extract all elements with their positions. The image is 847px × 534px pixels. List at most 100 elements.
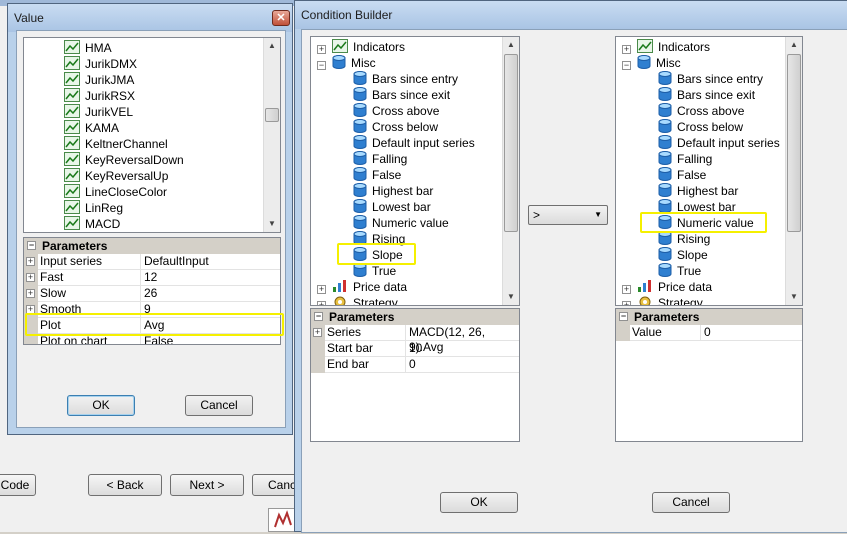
right-misc-item[interactable]: Cross below: [658, 119, 743, 135]
indicator-item[interactable]: HMA: [64, 40, 112, 56]
expand-icon[interactable]: +: [622, 301, 631, 305]
scroll-up-icon[interactable]: ▲: [786, 37, 802, 53]
builder-cancel-button[interactable]: Cancel: [652, 492, 730, 513]
left-category-price-data[interactable]: + Price data: [317, 279, 407, 295]
indicator-item[interactable]: JurikJMA: [64, 72, 134, 88]
collapse-icon[interactable]: −: [317, 61, 326, 70]
expand-icon[interactable]: +: [317, 45, 326, 54]
left-param-row[interactable]: + Series MACD(12, 26, 9).Avg: [311, 325, 519, 354]
param-value[interactable]: 12: [144, 270, 157, 285]
expand-icon[interactable]: +: [317, 285, 326, 294]
scroll-up-icon[interactable]: ▲: [503, 37, 519, 53]
builder-ok-button[interactable]: OK: [440, 492, 518, 513]
param-value[interactable]: 26: [144, 286, 157, 301]
scroll-up-icon[interactable]: ▲: [264, 38, 280, 54]
value-ok-button[interactable]: OK: [67, 395, 135, 416]
right-misc-item[interactable]: Rising: [658, 231, 710, 247]
indicator-item[interactable]: KAMA: [64, 120, 119, 136]
right-category-price-data[interactable]: + Price data: [622, 279, 712, 295]
right-misc-item[interactable]: Numeric value: [658, 215, 754, 231]
indicator-item[interactable]: JurikDMX: [64, 56, 137, 72]
left-tree-scrollbar[interactable]: ▲ ▼: [502, 37, 519, 305]
param-value[interactable]: 10: [409, 341, 422, 356]
collapse-icon[interactable]: −: [27, 241, 36, 250]
indicator-item[interactable]: KeltnerChannel: [64, 136, 168, 152]
left-condition-tree[interactable]: + Indicators − Misc Bars since entry Bars sin…: [310, 36, 520, 306]
param-value[interactable]: 0: [409, 357, 416, 372]
right-misc-item[interactable]: False: [658, 167, 706, 183]
right-misc-item[interactable]: Default input series: [658, 135, 780, 151]
right-misc-item[interactable]: Falling: [658, 151, 712, 167]
scroll-thumb[interactable]: [265, 108, 279, 122]
value-param-row[interactable]: Plot Avg: [24, 318, 280, 334]
code-button[interactable]: Code: [0, 474, 36, 496]
expand-icon[interactable]: +: [26, 257, 35, 266]
indicator-item[interactable]: KeyReversalUp: [64, 168, 168, 184]
param-value[interactable]: DefaultInput: [144, 254, 209, 269]
left-misc-item[interactable]: Bars since entry: [353, 71, 458, 87]
left-param-row[interactable]: End bar 0: [311, 357, 519, 373]
collapse-icon[interactable]: −: [619, 312, 628, 321]
left-misc-item[interactable]: Lowest bar: [353, 199, 431, 215]
param-value[interactable]: 0: [704, 325, 711, 340]
param-value[interactable]: 9: [144, 302, 151, 317]
right-misc-item[interactable]: Lowest bar: [658, 199, 736, 215]
left-param-row[interactable]: Start bar 10: [311, 341, 519, 357]
left-category-indicators[interactable]: + Indicators: [317, 39, 405, 55]
expand-icon[interactable]: +: [26, 305, 35, 314]
right-misc-item[interactable]: Bars since exit: [658, 87, 755, 103]
left-misc-item[interactable]: Numeric value: [353, 215, 449, 231]
left-misc-item[interactable]: Default input series: [353, 135, 475, 151]
left-category-misc[interactable]: − Misc: [317, 55, 376, 71]
scroll-down-icon[interactable]: ▼: [786, 289, 802, 305]
value-param-row[interactable]: + Input series DefaultInput: [24, 254, 280, 270]
right-category-indicators[interactable]: + Indicators: [622, 39, 710, 55]
left-misc-item[interactable]: Cross above: [353, 103, 439, 119]
right-misc-item[interactable]: Highest bar: [658, 183, 738, 199]
right-misc-item[interactable]: Cross above: [658, 103, 744, 119]
collapse-icon[interactable]: −: [314, 312, 323, 321]
left-misc-item[interactable]: Highest bar: [353, 183, 433, 199]
param-value[interactable]: Avg: [144, 318, 164, 333]
scroll-thumb[interactable]: [787, 54, 801, 232]
value-cancel-button[interactable]: Cancel: [185, 395, 253, 416]
right-condition-tree[interactable]: + Indicators − Misc Bars since entry Bars sin…: [615, 36, 803, 306]
back-button[interactable]: < Back: [88, 474, 162, 496]
value-param-row[interactable]: + Smooth 9: [24, 302, 280, 318]
expand-icon[interactable]: +: [26, 289, 35, 298]
indicator-item[interactable]: LineCloseColor: [64, 184, 167, 200]
right-misc-item[interactable]: True: [658, 263, 701, 279]
next-button[interactable]: Next >: [170, 474, 244, 496]
expand-icon[interactable]: +: [622, 45, 631, 54]
indicator-item[interactable]: JurikVEL: [64, 104, 133, 120]
expand-icon[interactable]: +: [313, 328, 322, 337]
left-misc-item[interactable]: Falling: [353, 151, 407, 167]
left-category-strategy[interactable]: + Strategy: [317, 295, 398, 305]
left-misc-item[interactable]: Slope: [353, 247, 403, 263]
indicator-item[interactable]: LinReg: [64, 200, 123, 216]
right-category-strategy[interactable]: + Strategy: [622, 295, 703, 305]
value-param-row[interactable]: + Slow 26: [24, 286, 280, 302]
indicator-item[interactable]: JurikRSX: [64, 88, 135, 104]
expand-icon[interactable]: +: [622, 285, 631, 294]
left-misc-item[interactable]: Bars since exit: [353, 87, 450, 103]
left-misc-item[interactable]: False: [353, 167, 401, 183]
param-value[interactable]: False: [144, 334, 173, 344]
scroll-down-icon[interactable]: ▼: [264, 216, 280, 232]
right-category-misc[interactable]: − Misc: [622, 55, 681, 71]
indicator-list[interactable]: HMA JurikDMX JurikJMA JurikRSX JurikVEL KAMA K…: [23, 37, 281, 233]
close-icon[interactable]: ✕: [272, 10, 290, 26]
value-param-row[interactable]: + Fast 12: [24, 270, 280, 286]
left-misc-item[interactable]: True: [353, 263, 396, 279]
indicator-item[interactable]: MACD: [64, 216, 120, 232]
right-misc-item[interactable]: Bars since entry: [658, 71, 763, 87]
collapse-icon[interactable]: −: [622, 61, 631, 70]
expand-icon[interactable]: +: [26, 273, 35, 282]
value-param-row[interactable]: Plot on chart False: [24, 334, 280, 344]
operator-dropdown[interactable]: > ▼: [528, 205, 608, 225]
expand-icon[interactable]: +: [317, 301, 326, 305]
right-param-row[interactable]: Value 0: [616, 325, 802, 341]
indicator-list-scrollbar[interactable]: ▲ ▼: [263, 38, 280, 232]
scroll-down-icon[interactable]: ▼: [503, 289, 519, 305]
right-tree-scrollbar[interactable]: ▲ ▼: [785, 37, 802, 305]
